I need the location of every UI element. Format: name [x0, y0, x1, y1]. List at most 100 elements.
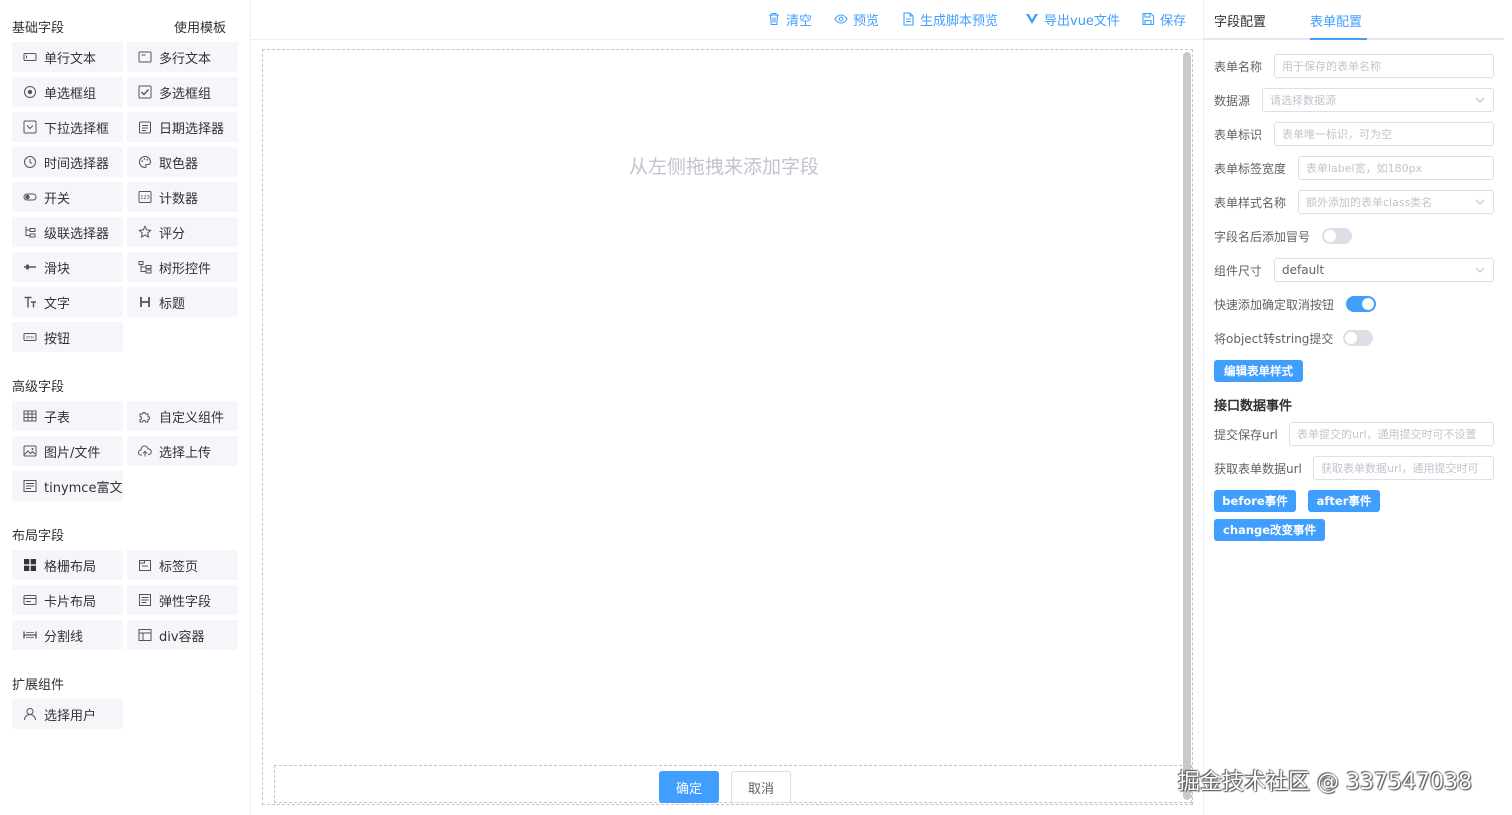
component-item[interactable]: 单选框组: [12, 77, 123, 107]
component-item[interactable]: 标签页: [127, 550, 238, 580]
document-icon: [903, 12, 914, 26]
component-item[interactable]: 时间选择器: [12, 147, 123, 177]
submit-url-label: 提交保存url: [1214, 428, 1278, 442]
submit-url-input[interactable]: 表单提交的url，通用提交时可不设置: [1289, 422, 1494, 446]
component-item[interactable]: 图片/文件: [12, 436, 123, 466]
fetch-url-input[interactable]: 获取表单数据url，通用提交时可: [1313, 456, 1494, 480]
change-event-button[interactable]: change改变事件: [1214, 519, 1325, 541]
component-item[interactable]: 级联选择器: [12, 217, 123, 247]
save-icon: [1142, 12, 1155, 26]
component-item[interactable]: 树形控件: [127, 252, 238, 282]
datasource-placeholder: 请选择数据源: [1270, 94, 1336, 107]
component-item[interactable]: 自定义组件: [127, 401, 238, 431]
watermark-text: 掘金技术社区 @ 337547038: [1178, 770, 1472, 795]
component-label: 时间选择器: [44, 156, 110, 172]
component-item[interactable]: 标题: [127, 287, 238, 317]
confirm-button[interactable]: 确定: [659, 771, 719, 803]
component-label: 级联选择器: [44, 226, 110, 242]
component-label: 开关: [44, 191, 71, 207]
tab-form-config[interactable]: 表单配置: [1310, 11, 1362, 30]
cascader-icon: [23, 225, 37, 239]
component-label: 单选框组: [44, 86, 97, 102]
component-item[interactable]: 选择用户: [12, 699, 123, 729]
user-icon: [23, 707, 37, 721]
object-to-string-label: 将object转string提交: [1214, 332, 1334, 346]
export-vue-button[interactable]: 导出vue文件: [1025, 10, 1120, 29]
component-item[interactable]: 开关: [12, 182, 123, 212]
component-item[interactable]: 123 计数器: [127, 182, 238, 212]
edit-form-style-button[interactable]: 编辑表单样式: [1214, 360, 1303, 382]
object-to-string-switch[interactable]: [1343, 330, 1373, 346]
style-class-label: 表单样式名称: [1214, 196, 1287, 210]
preview-button[interactable]: 预览: [834, 10, 879, 29]
component-label: 标题: [159, 296, 186, 312]
component-item[interactable]: 卡片布局: [12, 585, 123, 615]
component-label: 子表: [44, 410, 71, 426]
component-item[interactable]: 多行文本: [127, 42, 238, 72]
designer-toolbar: 清空 预览 生成脚本预览 导出vue文件 保存: [251, 0, 1203, 40]
component-item[interactable]: 滑块: [12, 252, 123, 282]
label-width-input[interactable]: 表单label宽，如180px: [1298, 156, 1494, 180]
form-id-label: 表单标识: [1214, 128, 1263, 142]
cancel-button[interactable]: 取消: [731, 771, 791, 803]
script-preview-button[interactable]: 生成脚本预览: [901, 10, 999, 29]
component-item[interactable]: BTN 按钮: [12, 322, 123, 352]
card-icon: [23, 593, 37, 607]
form-id-input[interactable]: 表单唯一标识，可为空: [1274, 122, 1494, 146]
component-label: 日期选择器: [159, 121, 225, 137]
component-item[interactable]: div容器: [127, 620, 238, 650]
component-item[interactable]: 多选框组: [127, 77, 238, 107]
datasource-select[interactable]: 请选择数据源: [1262, 88, 1494, 112]
component-label: 多选框组: [159, 86, 212, 102]
component-label: 格栅布局: [44, 559, 97, 575]
component-item[interactable]: 评分: [127, 217, 238, 247]
button-icon: BTN: [23, 330, 37, 344]
component-item[interactable]: 取色器: [127, 147, 238, 177]
select-icon: [23, 120, 37, 134]
rich-text-icon: [23, 479, 37, 493]
component-label: 选择用户: [44, 708, 97, 724]
component-label: 树形控件: [159, 261, 212, 277]
label-width-label: 表单标签宽度: [1214, 162, 1287, 176]
before-event-button[interactable]: before事件: [1214, 490, 1296, 512]
config-panel: 字段配置 表单配置 表单名称 用于保存的表单名称 数据源 请选择数据源 表单标识…: [1203, 0, 1512, 815]
component-label: 分割线: [44, 629, 84, 645]
component-label: 文字: [44, 296, 71, 312]
size-select[interactable]: default: [1274, 258, 1494, 282]
palette-icon: [138, 155, 152, 169]
component-item[interactable]: 文字: [12, 287, 123, 317]
component-item[interactable]: 子表: [12, 401, 123, 431]
datasource-label: 数据源: [1214, 94, 1251, 108]
textarea-icon: [138, 50, 152, 64]
component-item[interactable]: 弹性字段: [127, 585, 238, 615]
flex-icon: [138, 593, 152, 607]
component-item[interactable]: tinymce富文本: [12, 471, 123, 501]
script-preview-label: 生成脚本预览: [920, 13, 999, 29]
component-item[interactable]: 下拉选择框: [12, 112, 123, 142]
after-event-button[interactable]: after事件: [1308, 490, 1380, 512]
component-item[interactable]: 日期选择器: [127, 112, 238, 142]
puzzle-icon: [138, 409, 152, 423]
component-item[interactable]: 格栅布局: [12, 550, 123, 580]
export-vue-label: 导出vue文件: [1044, 13, 1120, 29]
style-class-select[interactable]: 额外添加的表单class类名: [1298, 190, 1494, 214]
upload-icon: [138, 444, 152, 458]
star-icon: [138, 225, 152, 239]
tab-field-config[interactable]: 字段配置: [1214, 11, 1266, 30]
form-name-input[interactable]: 用于保存的表单名称: [1274, 54, 1494, 78]
quick-buttons-switch[interactable]: [1346, 296, 1376, 312]
component-label: 按钮: [44, 331, 71, 347]
save-button[interactable]: 保存: [1141, 10, 1186, 29]
switch-icon: [23, 190, 37, 204]
use-template-link[interactable]: 使用模板: [174, 17, 226, 36]
component-item[interactable]: 选择上传: [127, 436, 238, 466]
component-item[interactable]: 分割线: [12, 620, 123, 650]
clear-button[interactable]: 清空: [767, 10, 812, 29]
component-item[interactable]: 单行文本: [12, 42, 123, 72]
component-label: 多行文本: [159, 51, 212, 67]
svg-text:123: 123: [140, 195, 150, 201]
colon-switch[interactable]: [1322, 228, 1352, 244]
api-events-title: 接口数据事件: [1214, 399, 1293, 414]
component-label: 单行文本: [44, 51, 97, 67]
component-panel: 基础字段 使用模板 单行文本 多行文本 单选框组 多选框组 下拉选择框 日期选择器 时间选择…: [0, 0, 251, 815]
